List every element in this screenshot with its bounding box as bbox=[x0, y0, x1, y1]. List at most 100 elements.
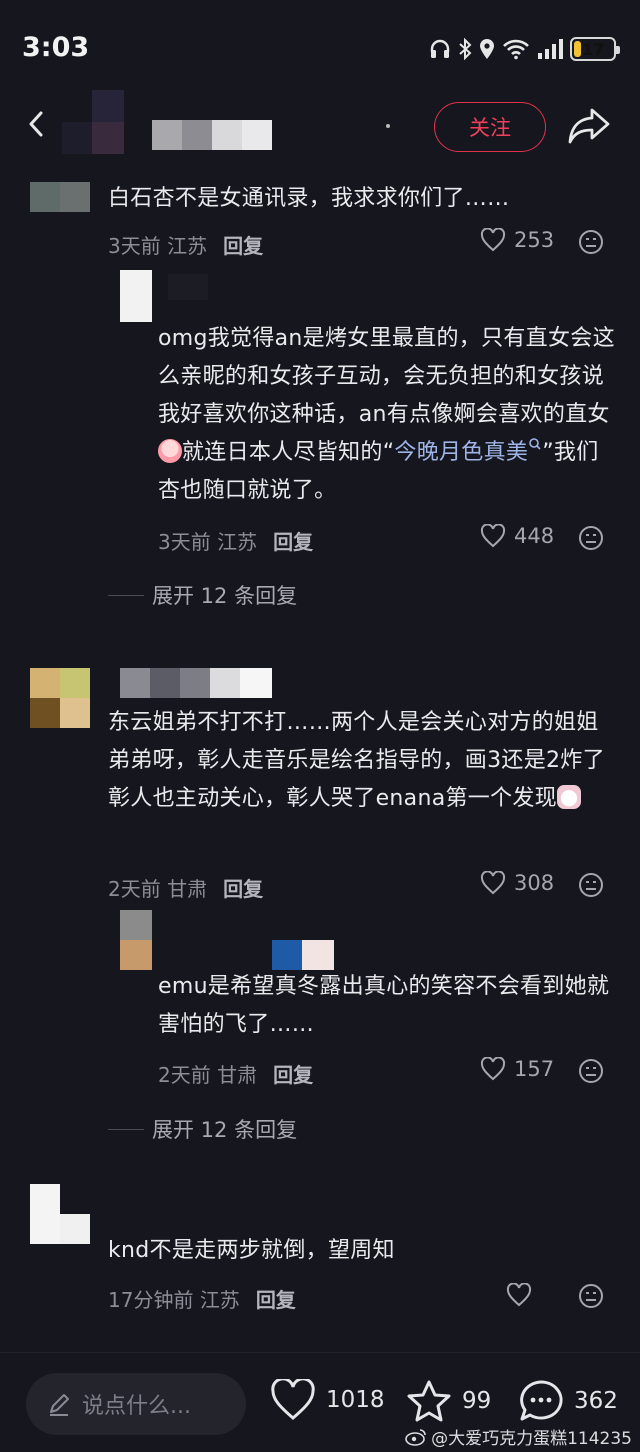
location-icon bbox=[480, 39, 494, 59]
avatar[interactable] bbox=[30, 668, 90, 728]
wifi-icon bbox=[503, 39, 529, 60]
reply-button[interactable]: 回复 bbox=[256, 1284, 296, 1313]
heart-icon bbox=[506, 1283, 532, 1307]
status-bar: 3:03 17 bbox=[0, 0, 640, 96]
like-button[interactable]: 448 bbox=[480, 524, 554, 548]
like-count: 253 bbox=[514, 228, 555, 252]
expand-replies-button[interactable]: 展开 12 条回复 bbox=[108, 1114, 297, 1144]
comment-meta: 2天前 甘肃 回复 bbox=[158, 1059, 313, 1088]
battery-percent: 17 bbox=[581, 39, 605, 59]
like-button[interactable]: 253 bbox=[480, 228, 554, 252]
reply-button[interactable]: 回复 bbox=[223, 230, 263, 259]
crying-emoji bbox=[158, 439, 182, 463]
comment-text: 东云姐弟不打不打……两个人是会关心对方的姐姐弟弟呀，彰人走音乐是绘名指导的，画3… bbox=[108, 704, 618, 818]
like-button[interactable]: 308 bbox=[480, 871, 554, 895]
cat-emoji bbox=[557, 785, 581, 809]
expand-replies-button[interactable]: 展开 12 条回复 bbox=[108, 580, 297, 610]
like-button[interactable]: 157 bbox=[480, 1057, 554, 1081]
reply-button[interactable]: 回复 bbox=[273, 1059, 313, 1088]
headphones-icon bbox=[430, 39, 450, 58]
comment-meta: 2天前 甘肃 回复 bbox=[108, 873, 263, 902]
heart-icon bbox=[480, 228, 506, 252]
expand-label: 展开 12 条回复 bbox=[152, 1118, 298, 1142]
comment-location: 甘肃 bbox=[217, 1063, 258, 1087]
avatar[interactable] bbox=[120, 910, 152, 970]
like-button[interactable] bbox=[506, 1283, 540, 1307]
share-button[interactable] bbox=[566, 106, 612, 146]
author-avatar[interactable] bbox=[62, 90, 124, 154]
heart-icon bbox=[480, 524, 506, 548]
star-icon bbox=[407, 1380, 451, 1422]
status-time: 3:03 bbox=[22, 32, 90, 63]
comment-meta: 3天前 江苏 回复 bbox=[158, 526, 313, 555]
back-button[interactable] bbox=[18, 106, 54, 142]
status-icons: 17 bbox=[429, 34, 620, 64]
reply-name-blurred[interactable] bbox=[272, 940, 334, 970]
like-count: 448 bbox=[514, 524, 555, 548]
author-name-blurred[interactable] bbox=[152, 120, 272, 150]
comment-text: knd不是走两步就倒，望周知 bbox=[108, 1238, 395, 1263]
comment-location: 江苏 bbox=[167, 234, 208, 258]
expand-label: 展开 12 条回复 bbox=[152, 584, 298, 608]
battery-icon: 17 bbox=[570, 37, 620, 61]
comment-text: omg我觉得an是烤女里最直的，只有直女会这么亲昵的和女孩子互动，会无负担的和女… bbox=[158, 320, 618, 510]
weibo-icon bbox=[405, 1428, 426, 1446]
search-link[interactable]: 今晚月色真美 bbox=[394, 438, 542, 465]
separator-dot bbox=[386, 124, 390, 128]
comment-text: 白石杏不是女通讯录，我求求你们了…… bbox=[108, 186, 510, 211]
reply-button[interactable]: 回复 bbox=[223, 873, 263, 902]
like-count: 157 bbox=[514, 1057, 555, 1081]
comment-location: 甘肃 bbox=[167, 877, 208, 901]
comment-bubble-icon bbox=[520, 1380, 563, 1421]
page-header: 关注 bbox=[0, 90, 640, 162]
reply-text-2: 就连日本人尽皆知的“ bbox=[182, 440, 395, 465]
avatar[interactable] bbox=[30, 182, 90, 212]
comment-time: 2天前 bbox=[108, 877, 161, 901]
dislike-icon[interactable] bbox=[578, 525, 604, 551]
bluetooth-icon bbox=[459, 38, 472, 60]
follow-button[interactable]: 关注 bbox=[434, 102, 546, 152]
like-count: 308 bbox=[514, 871, 555, 895]
comment-time: 17分钟前 bbox=[108, 1288, 194, 1312]
battery-cap bbox=[616, 46, 620, 54]
comment-meta: 17分钟前 江苏 回复 bbox=[108, 1284, 296, 1313]
favorite-count: 99 bbox=[462, 1388, 492, 1414]
search-icon bbox=[529, 438, 541, 450]
avatar[interactable] bbox=[30, 1184, 90, 1244]
favorite-button[interactable]: 99 bbox=[406, 1379, 491, 1423]
watermark: @大爱巧克力蛋糕114235 bbox=[405, 1424, 632, 1449]
comments-button[interactable]: 362 bbox=[518, 1379, 618, 1423]
comment-time: 2天前 bbox=[158, 1063, 211, 1087]
comment-meta: 3天前 江苏 回复 bbox=[108, 230, 263, 259]
post-like-count: 1018 bbox=[326, 1387, 385, 1413]
comment-input[interactable]: 说点什么... bbox=[26, 1373, 246, 1435]
comment-location: 江苏 bbox=[217, 530, 258, 554]
pencil-icon bbox=[50, 1394, 69, 1416]
heart-icon bbox=[480, 871, 506, 895]
dislike-icon[interactable] bbox=[578, 229, 604, 255]
dislike-icon[interactable] bbox=[578, 1058, 604, 1084]
reply-text-1: omg我觉得an是烤女里最直的，只有直女会这么亲昵的和女孩子互动，会无负担的和女… bbox=[158, 326, 615, 427]
comment-location: 江苏 bbox=[199, 1288, 240, 1312]
battery-fill bbox=[574, 41, 582, 57]
comment-time: 3天前 bbox=[158, 530, 211, 554]
expand-line bbox=[108, 594, 144, 596]
signal-icon bbox=[538, 39, 563, 59]
comment-count: 362 bbox=[574, 1388, 618, 1414]
expand-line bbox=[108, 1128, 144, 1130]
comment-time: 3天前 bbox=[108, 234, 161, 258]
avatar[interactable] bbox=[120, 270, 152, 322]
back-icon bbox=[29, 111, 43, 137]
heart-icon bbox=[480, 1057, 506, 1081]
dislike-icon[interactable] bbox=[578, 872, 604, 898]
post-like-button[interactable]: 1018 bbox=[270, 1379, 385, 1421]
watermark-text: @大爱巧克力蛋糕114235 bbox=[431, 1429, 632, 1449]
dislike-icon[interactable] bbox=[578, 1283, 604, 1309]
reply-name-blurred[interactable] bbox=[168, 274, 208, 300]
comment-body: 东云姐弟不打不打……两个人是会关心对方的姐姐弟弟呀，彰人走音乐是绘名指导的，画3… bbox=[108, 710, 605, 811]
share-icon bbox=[568, 108, 610, 144]
comment-text: emu是希望真冬露出真心的笑容不会看到她就害怕的飞了…… bbox=[158, 974, 610, 1037]
reply-button[interactable]: 回复 bbox=[273, 526, 313, 555]
comment-name-blurred[interactable] bbox=[120, 668, 272, 698]
comment-input-placeholder: 说点什么... bbox=[82, 1394, 191, 1419]
